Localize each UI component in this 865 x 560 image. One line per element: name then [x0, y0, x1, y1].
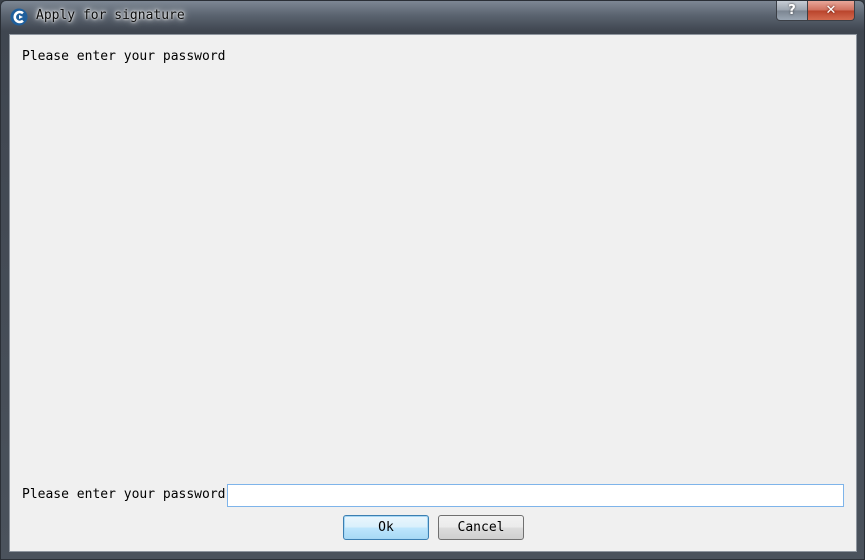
- help-icon: ?: [788, 3, 796, 18]
- ok-button-label: Ok: [378, 520, 394, 535]
- close-icon: ✕: [825, 3, 837, 18]
- password-input[interactable]: [227, 484, 844, 507]
- app-s-icon: [10, 8, 28, 26]
- caption-buttons: ? ✕: [776, 1, 855, 22]
- window-title: Apply for signature: [36, 8, 185, 23]
- help-button[interactable]: ?: [776, 1, 808, 21]
- password-label: Please enter your password:: [22, 487, 234, 502]
- ok-button[interactable]: Ok: [343, 515, 429, 540]
- cancel-button[interactable]: Cancel: [438, 515, 524, 540]
- dialog-body: Please enter your password Please enter …: [9, 34, 857, 552]
- cancel-button-label: Cancel: [457, 520, 505, 535]
- title-bar[interactable]: Apply for signature ? ✕: [1, 1, 864, 34]
- close-button[interactable]: ✕: [808, 1, 855, 21]
- dialog-window: Apply for signature ? ✕ Please enter you…: [0, 0, 865, 560]
- prompt-text: Please enter your password: [22, 49, 226, 64]
